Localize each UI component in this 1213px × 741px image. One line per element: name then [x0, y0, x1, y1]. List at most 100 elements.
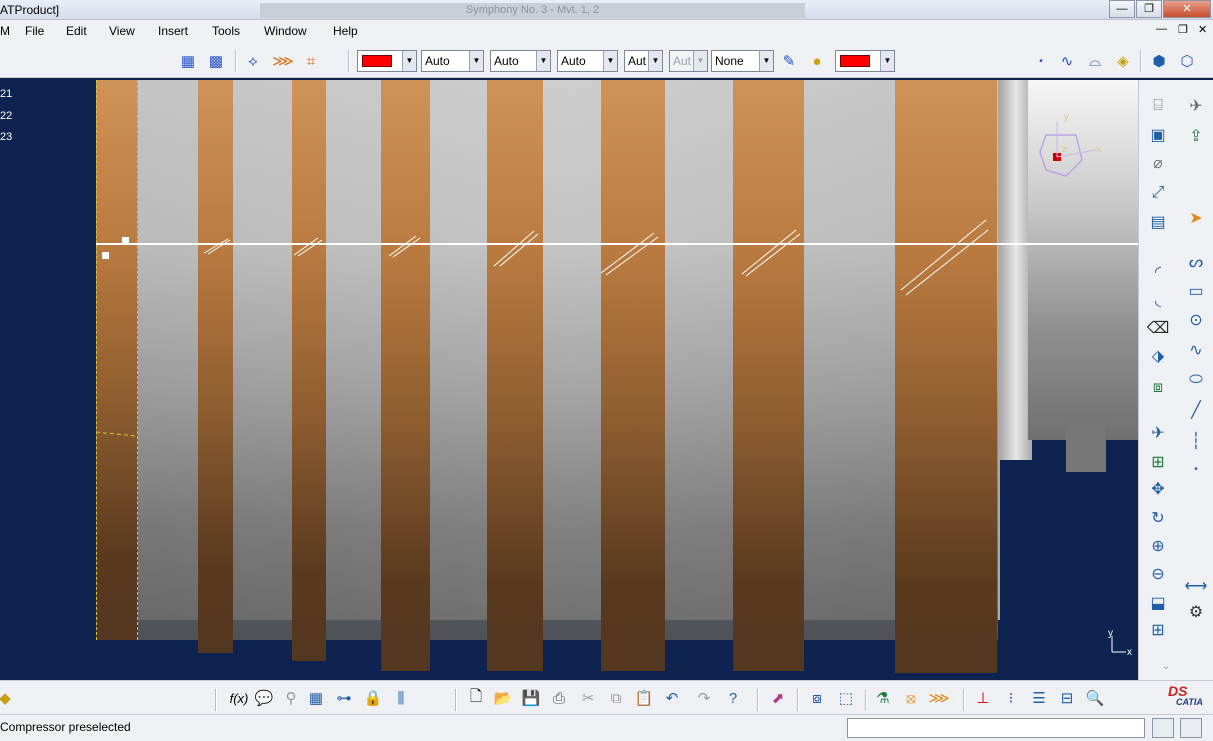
fill-color-combo[interactable]: ▼	[357, 50, 417, 72]
corner-icon[interactable]: ◟	[1145, 288, 1171, 312]
pocket-icon[interactable]: ⌀	[1145, 151, 1171, 175]
3d-viewport[interactable]: y x z y x	[96, 80, 1138, 680]
open-icon[interactable]: 📂	[492, 687, 514, 709]
more-chevron-icon[interactable]: ⌄	[1153, 654, 1179, 678]
geometry-icon[interactable]: ⌗	[300, 51, 322, 71]
comment-icon[interactable]: 💬	[253, 687, 275, 709]
help-icon[interactable]: ?	[722, 687, 744, 709]
menu-view[interactable]: View	[109, 24, 135, 38]
tree-item[interactable]: 22	[0, 110, 12, 122]
select-icon[interactable]: ⬈	[767, 687, 789, 709]
painter-icon[interactable]: ✎	[778, 51, 800, 71]
profile-icon[interactable]: ᔕ	[1183, 250, 1209, 274]
table-icon[interactable]: ▦	[305, 687, 327, 709]
export-icon[interactable]: ⇪	[1183, 124, 1209, 148]
view-icon[interactable]: ⬚	[835, 687, 857, 709]
axis-icon[interactable]: ┆	[1183, 429, 1209, 453]
power-input-field[interactable]	[847, 718, 1145, 738]
doc-restore-button[interactable]: ❐	[1178, 23, 1188, 36]
print-icon[interactable]: ⎙	[548, 687, 570, 709]
dimension-icon[interactable]: ⟷	[1183, 574, 1209, 598]
rectangle-icon[interactable]: ▭	[1183, 279, 1209, 303]
menu-tools[interactable]: Tools	[212, 24, 240, 38]
fit-all-icon[interactable]: ⊞	[1145, 450, 1171, 474]
groove-icon[interactable]: ▤	[1145, 210, 1171, 234]
search-icon[interactable]: 🔍	[1084, 687, 1106, 709]
multi-view-icon[interactable]: ⊞	[1145, 618, 1171, 642]
layer-combo[interactable]: None ▼	[711, 50, 774, 72]
menu-file[interactable]: File	[25, 24, 44, 38]
restore-button[interactable]: ❐	[1136, 0, 1162, 18]
doc-minimize-button[interactable]: —	[1156, 23, 1167, 35]
constraint-icon[interactable]: ⊥	[972, 687, 994, 709]
copy-icon[interactable]: ⧉	[605, 687, 627, 709]
surface-icon[interactable]: ⌓	[1084, 51, 1106, 71]
menu-m[interactable]: M	[0, 24, 10, 38]
arc-icon[interactable]: ◜	[1145, 260, 1171, 284]
layer-icon[interactable]: ⧇	[806, 687, 828, 709]
line-weight-combo[interactable]: Auto ▼	[557, 50, 618, 72]
line-icon[interactable]: ╱	[1183, 398, 1209, 422]
exit-workbench-icon[interactable]: ✈	[1183, 94, 1209, 118]
tree-icon[interactable]: ⊶	[333, 687, 355, 709]
shaft-icon[interactable]: ⤢	[1145, 181, 1171, 205]
circle-icon[interactable]: ⊙	[1183, 308, 1209, 332]
line-thickness-combo[interactable]: Auto ▼	[421, 50, 484, 72]
product-icon[interactable]: ⬡	[1176, 51, 1198, 71]
tree-item[interactable]: 23	[0, 131, 12, 143]
measure-icon[interactable]: ◈	[1112, 51, 1134, 71]
render-style-icon[interactable]: ●	[806, 51, 828, 71]
cut-icon[interactable]: ✂	[577, 687, 599, 709]
pattern-icon[interactable]: ⦻	[900, 687, 922, 709]
list-icon[interactable]: ☰	[1028, 687, 1050, 709]
knowledge-icon[interactable]: ⚲	[280, 687, 302, 709]
transform-icon[interactable]: ⬗	[1145, 344, 1171, 368]
spline-icon[interactable]: ∿	[1183, 338, 1209, 362]
input-history-button[interactable]	[1180, 718, 1202, 738]
stack-icon[interactable]: ⁝	[1000, 687, 1022, 709]
lock-icon[interactable]: 🔒	[362, 687, 384, 709]
new-icon[interactable]: 🗋	[465, 687, 487, 709]
pan-icon[interactable]: ✥	[1145, 477, 1171, 501]
normal-view-icon[interactable]: ⬓	[1145, 591, 1171, 615]
pad-icon[interactable]: ▣	[1145, 123, 1171, 147]
line-color-combo[interactable]: ▼	[835, 50, 895, 72]
input-options-button[interactable]	[1152, 718, 1174, 738]
analysis-icon[interactable]: ⚗	[872, 687, 894, 709]
minimize-button[interactable]: —	[1109, 0, 1135, 18]
doc-close-button[interactable]: ✕	[1198, 23, 1207, 36]
snap-grid-icon[interactable]: ▩	[205, 51, 227, 71]
catalog-icon[interactable]: ◆	[0, 687, 16, 709]
point-icon[interactable]: •	[1183, 457, 1209, 481]
report-icon[interactable]: ⊟	[1056, 687, 1078, 709]
close-button[interactable]: ✕	[1163, 0, 1211, 18]
select-arrow-icon[interactable]: ➤	[1183, 206, 1209, 230]
point-type-combo[interactable]: Aut ▼	[624, 50, 663, 72]
zoom-in-icon[interactable]: ⊕	[1145, 534, 1171, 558]
rotate-icon[interactable]: ↻	[1145, 506, 1171, 530]
grid-icon[interactable]: ▦	[177, 51, 199, 71]
eraser-icon[interactable]: ⌫	[1145, 316, 1171, 340]
tree-item[interactable]: 21	[0, 88, 12, 100]
spline-icon[interactable]: ∿	[1056, 51, 1078, 71]
project-icon[interactable]: ⧈	[1145, 376, 1171, 400]
constraint-lock-icon[interactable]: ⚙	[1183, 600, 1209, 624]
menu-window[interactable]: Window	[264, 24, 307, 38]
undo-icon[interactable]: ↶	[661, 687, 683, 709]
split-icon[interactable]: ⫼	[390, 687, 412, 709]
redo-icon[interactable]: ↷	[693, 687, 715, 709]
save-icon[interactable]: 💾	[520, 687, 542, 709]
paste-icon[interactable]: 📋	[633, 687, 655, 709]
constraint-icon[interactable]: ⟡	[242, 51, 264, 71]
line-type-combo[interactable]: Auto ▼	[490, 50, 551, 72]
fly-icon[interactable]: ✈	[1145, 421, 1171, 445]
ellipse-icon[interactable]: ⬭	[1183, 368, 1209, 392]
zoom-out-icon[interactable]: ⊖	[1145, 562, 1171, 586]
menu-edit[interactable]: Edit	[66, 24, 87, 38]
transform-icon[interactable]: ⋙	[928, 687, 950, 709]
dimension-icon[interactable]: ⋙	[272, 51, 294, 71]
part-icon[interactable]: ⬢	[1148, 51, 1170, 71]
menu-insert[interactable]: Insert	[158, 24, 188, 38]
menu-help[interactable]: Help	[333, 24, 358, 38]
formula-icon[interactable]: f(x)	[226, 687, 252, 709]
